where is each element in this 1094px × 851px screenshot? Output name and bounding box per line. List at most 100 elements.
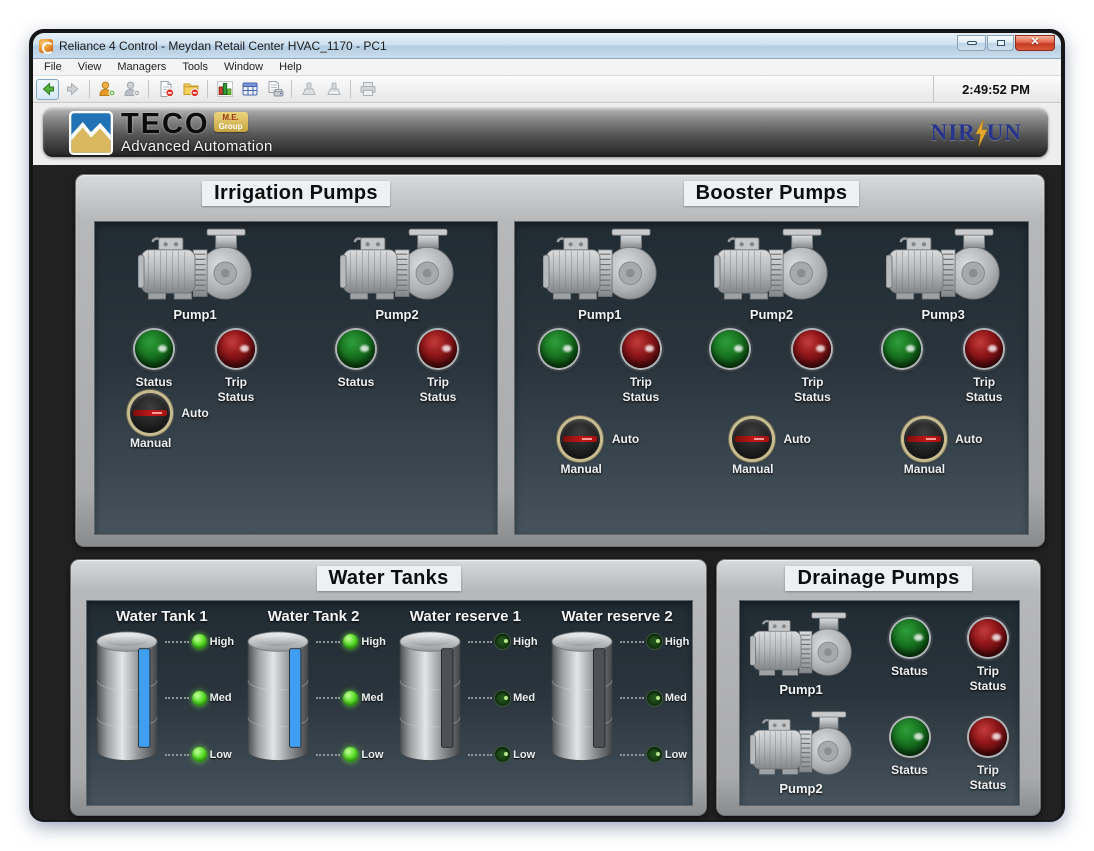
menu-tools[interactable]: Tools — [174, 60, 216, 74]
close-icon: ✕ — [1030, 37, 1039, 48]
connector-line — [468, 697, 492, 699]
pump-image — [750, 611, 852, 684]
status-light-label: Status — [330, 375, 382, 390]
level-led-med — [495, 691, 510, 706]
back-icon[interactable] — [36, 79, 59, 100]
pump-image — [543, 227, 657, 309]
logout-user-icon[interactable] — [120, 79, 143, 100]
menu-view[interactable]: View — [70, 60, 110, 74]
status-light-group — [876, 330, 928, 405]
water-tanks-section-title: Water Tanks — [317, 566, 461, 591]
toolbar-separator — [148, 80, 149, 98]
trip-status-light-label: Trip Status — [412, 375, 464, 405]
trip-status-light — [793, 330, 831, 368]
minimize-button[interactable] — [957, 35, 986, 51]
title-bar[interactable]: Reliance 4 Control - Meydan Retail Cente… — [33, 33, 1061, 59]
report-print-icon[interactable] — [263, 79, 286, 100]
stop-project-icon[interactable] — [179, 79, 202, 100]
trip-status-light — [622, 330, 660, 368]
water-tanks-group: Water Tanks Water Tank 1 HighMedLowWater… — [70, 559, 707, 816]
level-row-med: Med — [165, 691, 234, 706]
drainage-rows: Pump1StatusTrip Status Pump2StatusTrip S… — [739, 600, 1020, 806]
toolbar: 2:49:52 PM — [33, 76, 1061, 103]
level-row-high: High — [620, 634, 689, 649]
level-indicators: HighMedLow — [620, 634, 689, 762]
status-light-label — [876, 375, 928, 390]
trip-status-light — [419, 330, 457, 368]
pump-unit: Pump1 — [743, 611, 859, 697]
ack-alarm-icon[interactable] — [297, 79, 320, 100]
booster-pumps-row: Pump1Trip StatusAutoManual Pump2Trip Sta… — [514, 221, 1029, 476]
level-led-low — [647, 747, 662, 762]
connector-line — [468, 754, 492, 756]
status-light — [135, 330, 173, 368]
nirsun-text-left: NIR — [931, 120, 976, 146]
badge-line1: M.E. — [219, 113, 243, 122]
status-light-label — [533, 375, 585, 390]
tank-body: HighMedLow — [241, 625, 385, 771]
status-light — [891, 619, 929, 657]
clock-display: 2:49:52 PM — [933, 76, 1058, 102]
connector-line — [165, 754, 189, 756]
connector-line — [316, 641, 340, 643]
nirsun-logo: NIR UN — [931, 119, 1022, 147]
switch-knob[interactable] — [130, 393, 170, 433]
tank-body: HighMedLow — [393, 625, 537, 771]
trip-status-light-group: Trip Status — [958, 330, 1010, 405]
switch-auto-label: Auto — [783, 432, 810, 446]
pump-image — [340, 227, 454, 309]
level-row-med: Med — [620, 691, 689, 706]
pump-lights: Trip Status — [704, 330, 838, 405]
tank-unit: Water Tank 2 HighMedLow — [239, 604, 389, 771]
switch-knob[interactable] — [560, 419, 600, 459]
switch-knob[interactable] — [904, 419, 944, 459]
trip-status-light — [969, 619, 1007, 657]
maximize-button[interactable] — [987, 35, 1014, 51]
switch-auto-label: Auto — [955, 432, 982, 446]
connector-line — [165, 641, 189, 643]
printer-icon[interactable] — [356, 79, 379, 100]
tank-unit: Water reserve 2 HighMedLow — [542, 604, 692, 771]
trip-status-light-group: Trip Status — [960, 619, 1016, 694]
menu-window[interactable]: Window — [216, 60, 271, 74]
trend-chart-icon[interactable] — [213, 79, 236, 100]
pump-label: Pump1 — [779, 682, 822, 697]
nirsun-text-right: UN — [987, 120, 1022, 146]
trip-status-light — [969, 718, 1007, 756]
switch-manual-label: Manual — [560, 462, 601, 476]
irrigation-title-wrap: Irrigation Pumps — [94, 181, 498, 206]
tank-unit: Water reserve 1 HighMedLow — [390, 604, 540, 771]
banner-bar: TECO M.E. Group Advanced Automation NIR … — [43, 108, 1048, 157]
booster-panel: Pump1Trip StatusAutoManual Pump2Trip Sta… — [514, 221, 1029, 535]
irrigation-panel: Pump1StatusTrip Status Pump2StatusTrip S… — [94, 221, 498, 535]
menu-file[interactable]: File — [36, 60, 70, 74]
booster-section-title: Booster Pumps — [684, 181, 860, 206]
auto-manual-switch: AutoManual — [904, 419, 983, 476]
pump-image — [138, 227, 252, 309]
forward-icon[interactable] — [61, 79, 84, 100]
switch-knob[interactable] — [732, 419, 772, 459]
pump-unit: Pump3Trip StatusAutoManual — [861, 227, 1026, 476]
close-button[interactable]: ✕ — [1015, 35, 1055, 51]
level-label-med: Med — [665, 692, 687, 704]
login-user-icon[interactable] — [95, 79, 118, 100]
level-led-med — [192, 691, 207, 706]
toolbar-separator — [291, 80, 292, 98]
menu-managers[interactable]: Managers — [109, 60, 174, 74]
toolbar-separator — [350, 80, 351, 98]
data-table-icon[interactable] — [238, 79, 261, 100]
drainage-pump-row: Pump1StatusTrip Status — [743, 611, 1016, 697]
ack-all-alarms-icon[interactable] — [322, 79, 345, 100]
level-led-low — [343, 747, 358, 762]
level-row-low: Low — [316, 747, 385, 762]
level-led-low — [495, 747, 510, 762]
auto-manual-switch: AutoManual — [732, 419, 811, 476]
pump-label: Pump2 — [750, 307, 793, 322]
level-led-low — [192, 747, 207, 762]
tank-row: Water Tank 1 HighMedLowWater Tank 2 High… — [86, 600, 693, 771]
level-label-high: High — [361, 636, 385, 648]
trip-status-light-label: Trip Status — [962, 763, 1014, 793]
menu-help[interactable]: Help — [271, 60, 310, 74]
status-light-group: Status — [882, 718, 938, 778]
stop-document-icon[interactable] — [154, 79, 177, 100]
